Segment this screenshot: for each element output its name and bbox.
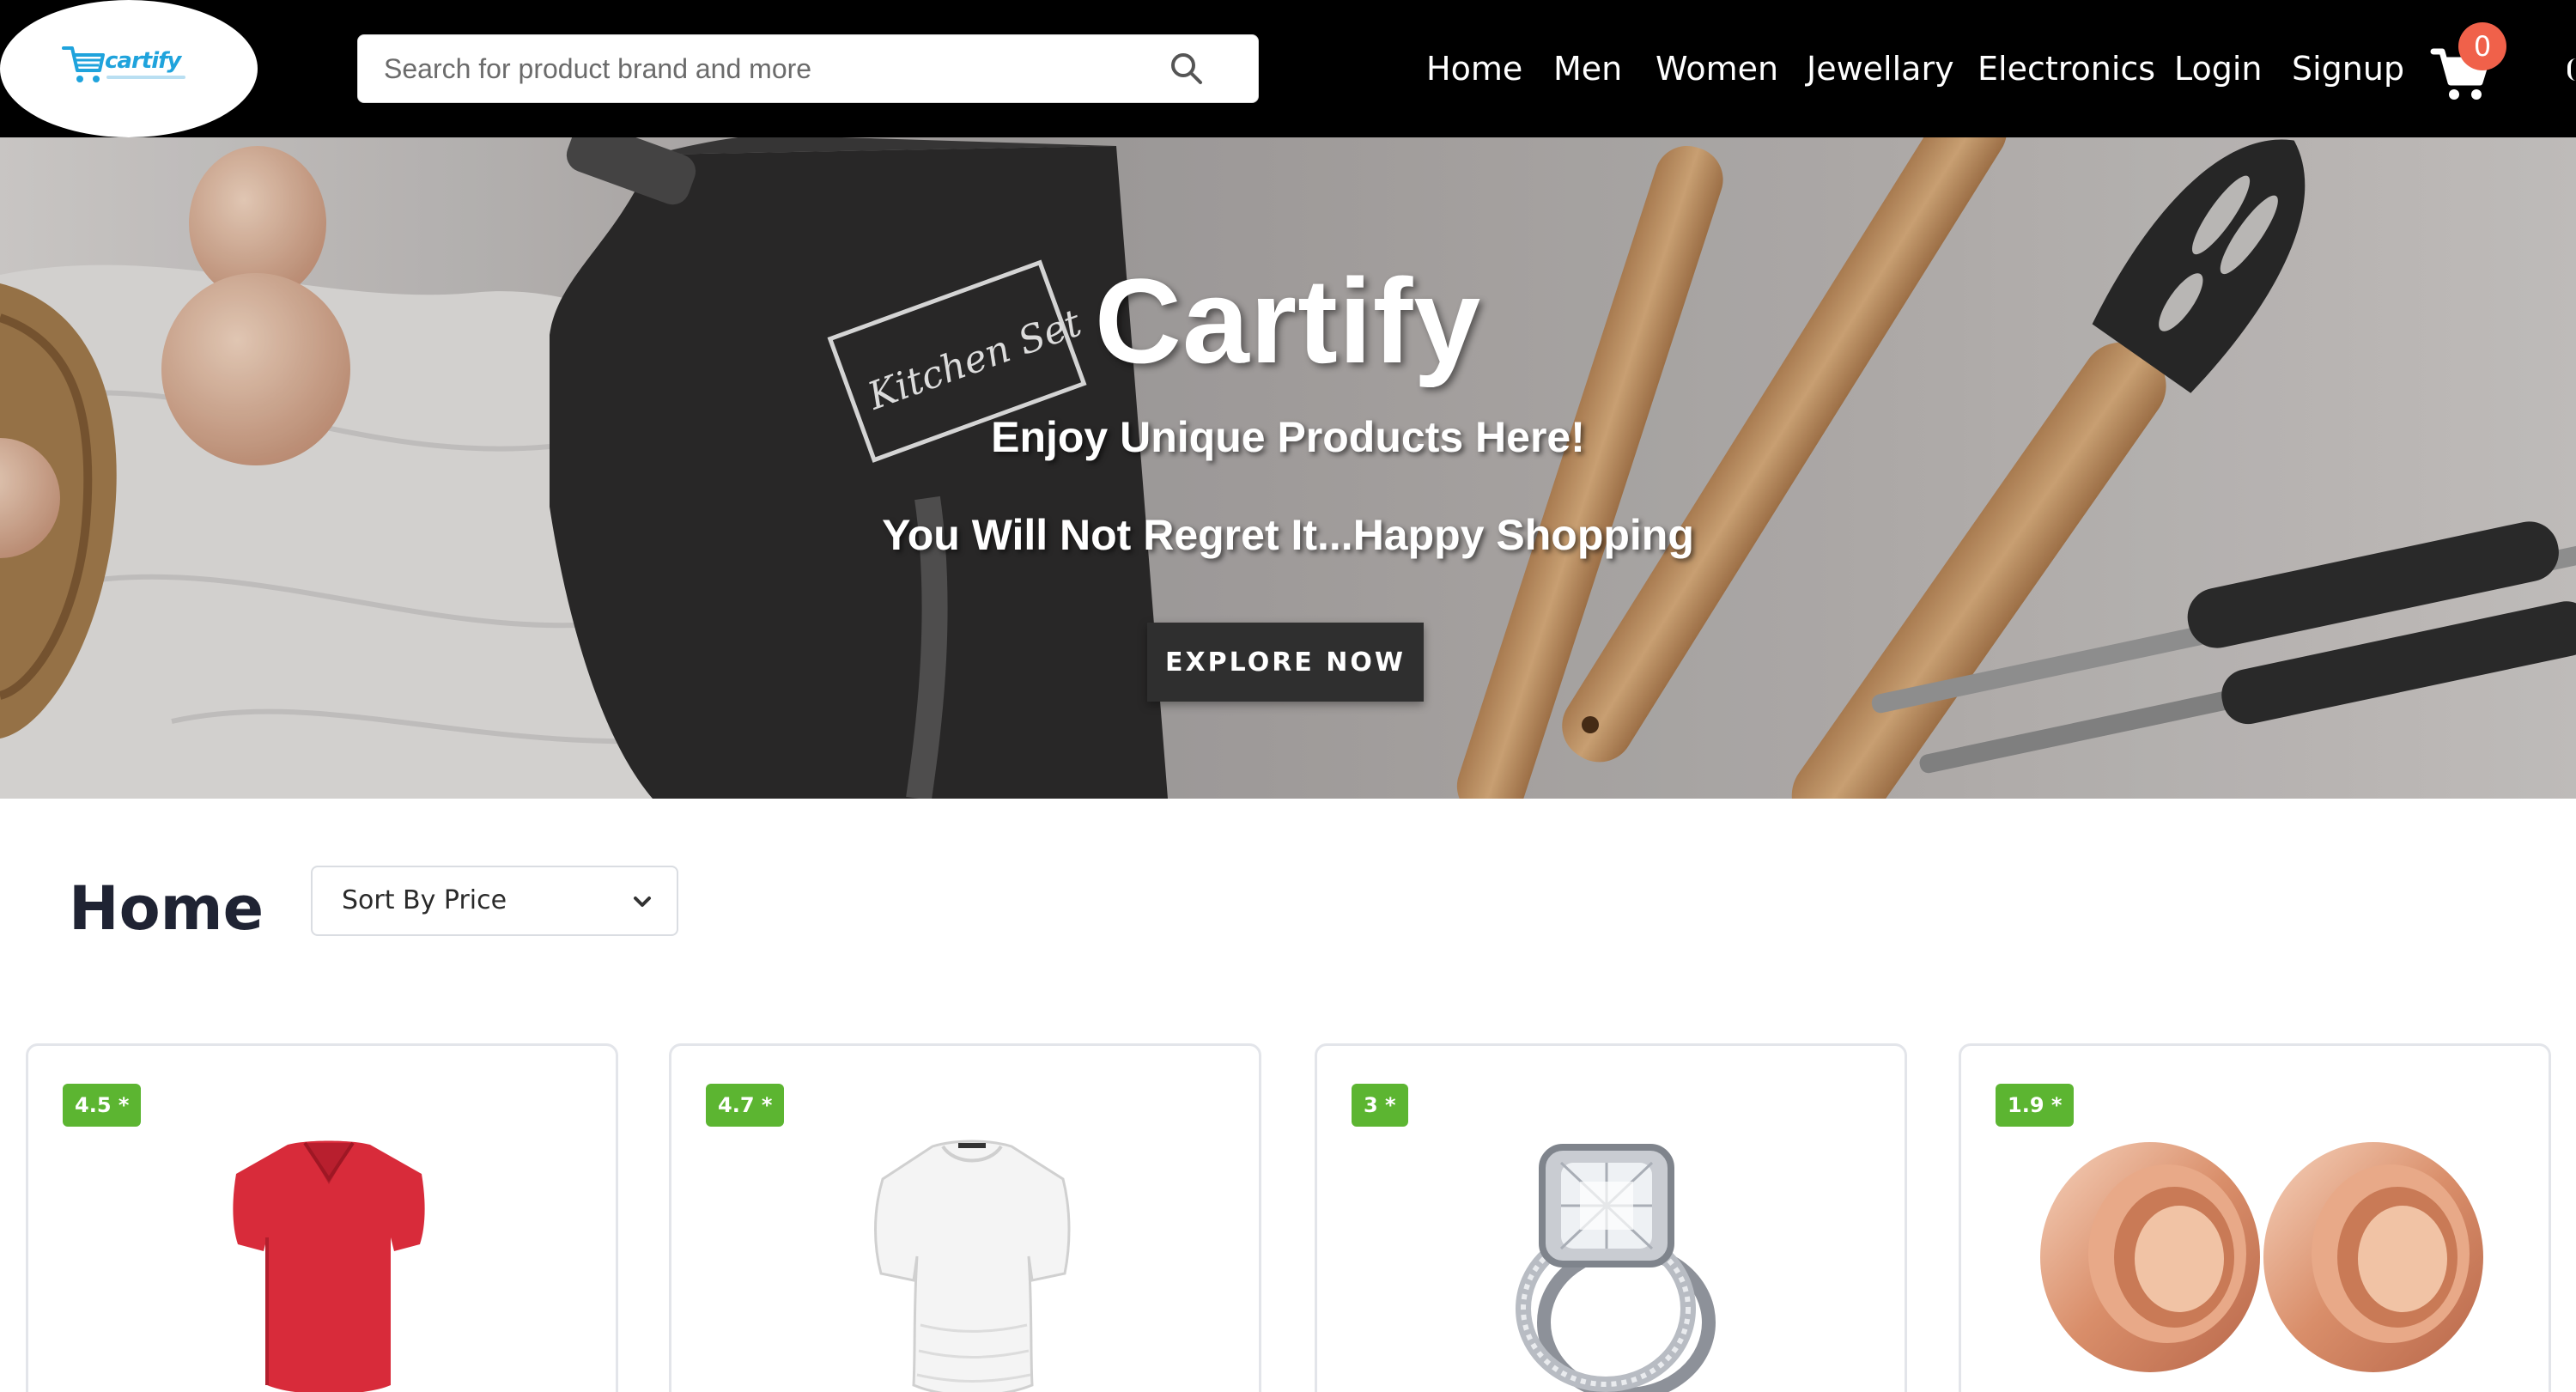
nav-home-link[interactable]: Home <box>1426 45 1522 93</box>
product-card[interactable]: 3 * <box>1315 1043 1907 1392</box>
hero-subtitle: Enjoy Unique Products Here! <box>991 413 1585 461</box>
hero-tagline: You Will Not Regret It...Happy Shopping <box>882 511 1694 559</box>
white-top-image <box>874 1140 1071 1392</box>
rating-badge: 4.7 * <box>706 1084 785 1127</box>
explore-now-button[interactable]: EXPLORE NOW <box>1147 623 1424 702</box>
hero-title: Cartify <box>1094 253 1482 388</box>
nav-login-link[interactable]: Login <box>2174 45 2263 93</box>
product-card[interactable]: 1.9 * <box>1959 1043 2551 1392</box>
rating-badge: 3 * <box>1352 1084 1408 1127</box>
rose-gold-plugs-image <box>2040 1142 2483 1372</box>
logo-text: cartify <box>105 48 181 74</box>
rating-badge: 1.9 * <box>1996 1084 2075 1127</box>
nav-electronics-link[interactable]: Electronics <box>1978 45 2155 93</box>
top-navbar: cartify Home Men Women Jewellary Electro… <box>0 0 2576 137</box>
nav-men-link[interactable]: Men <box>1553 45 1622 93</box>
page-title: Home <box>69 873 264 944</box>
red-tshirt-image <box>233 1140 425 1392</box>
nav-signup-link[interactable]: Signup <box>2292 45 2404 93</box>
search-bar <box>357 34 1259 103</box>
search-input[interactable] <box>384 35 1174 102</box>
edge-fragment <box>2567 58 2576 81</box>
cart-count-badge: 0 <box>2458 22 2506 70</box>
rating-badge: 4.5 * <box>63 1084 142 1127</box>
diamond-ring-image <box>1516 1144 1716 1392</box>
nav-jewellary-link[interactable]: Jewellary <box>1807 45 1954 93</box>
product-card[interactable]: 4.5 * <box>26 1043 618 1392</box>
logo-tagline <box>106 76 185 79</box>
search-icon[interactable] <box>1168 50 1206 88</box>
cart-logo-icon <box>62 46 105 82</box>
sort-selected-label: Sort By Price <box>342 885 507 915</box>
nav-women-link[interactable]: Women <box>1656 45 1778 93</box>
logo-badge[interactable]: cartify <box>0 0 258 137</box>
cartify-logo: cartify <box>60 41 189 89</box>
sort-by-price-dropdown[interactable]: Sort By Price <box>311 866 678 936</box>
product-card[interactable]: 4.7 * <box>669 1043 1261 1392</box>
chevron-down-icon <box>634 897 651 907</box>
hero-banner: Kitchen Set Cartify Enjoy Unique Product <box>0 137 2576 799</box>
